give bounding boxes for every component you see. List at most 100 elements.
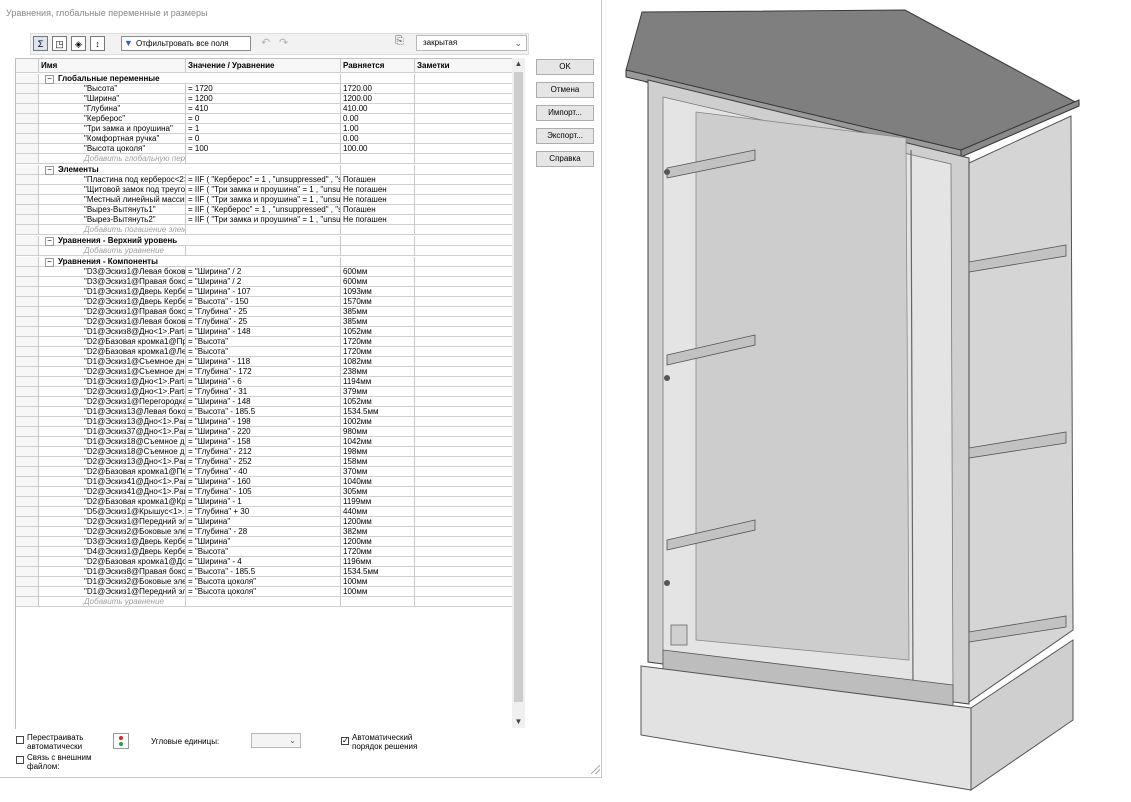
table-cell[interactable]: "D1@Эскиз41@Дно<1>.Part@Дно" xyxy=(39,477,186,487)
table-cell[interactable] xyxy=(415,537,513,547)
table-cell[interactable] xyxy=(415,587,513,597)
table-cell[interactable]: 1534.5мм xyxy=(341,407,415,417)
table-cell[interactable]: "D2@Эскиз1@Левая боковина" xyxy=(39,317,186,327)
table-cell[interactable] xyxy=(186,74,341,84)
table-cell[interactable]: Не погашен xyxy=(341,185,415,195)
table-cell[interactable] xyxy=(186,246,341,256)
table-cell[interactable]: = "Ширина" xyxy=(186,537,341,547)
table-cell[interactable]: 1.00 xyxy=(341,124,415,134)
table-cell[interactable]: = IIF ( "Три замка и проушина" = 1 , "un… xyxy=(186,195,341,205)
table-cell[interactable] xyxy=(415,467,513,477)
table-cell[interactable]: = "Ширина" - 148 xyxy=(186,397,341,407)
table-cell[interactable] xyxy=(415,377,513,387)
table-cell[interactable]: "D5@Эскиз1@Крышус<1>.Part@Крыша" xyxy=(39,507,186,517)
table-cell[interactable]: Погашен xyxy=(341,205,415,215)
table-cell[interactable]: Не погашен xyxy=(341,215,415,225)
table-cell[interactable]: "D4@Эскиз1@Дверь Керберос" xyxy=(39,547,186,557)
table-cell[interactable] xyxy=(415,134,513,144)
table-cell[interactable] xyxy=(415,357,513,367)
table-cell[interactable] xyxy=(186,597,341,607)
table-cell[interactable]: "D2@Эскиз13@Дно<1>.Part@Дно" xyxy=(39,457,186,467)
table-cell[interactable]: = 1720 xyxy=(186,84,341,94)
angle-units-select[interactable]: ⌄ xyxy=(251,733,301,748)
table-cell[interactable] xyxy=(415,597,513,607)
table-cell[interactable]: "Ширина" xyxy=(39,94,186,104)
table-cell[interactable]: = "Ширина" - 6 xyxy=(186,377,341,387)
table-cell[interactable]: 385мм xyxy=(341,317,415,327)
table-cell[interactable]: = "Ширина" - 1 xyxy=(186,497,341,507)
table-cell[interactable]: = "Глубина" - 31 xyxy=(186,387,341,397)
table-cell[interactable]: Не погашен xyxy=(341,195,415,205)
table-cell[interactable]: "Глубина" xyxy=(39,104,186,114)
table-cell[interactable] xyxy=(341,74,415,84)
table-cell[interactable] xyxy=(415,497,513,507)
table-cell[interactable] xyxy=(415,205,513,215)
table-scrollbar[interactable]: ▲ ▼ xyxy=(512,58,525,728)
table-cell[interactable]: 1040мм xyxy=(341,477,415,487)
table-cell[interactable] xyxy=(415,246,513,256)
table-cell[interactable]: 370мм xyxy=(341,467,415,477)
table-cell[interactable]: = "Высота" xyxy=(186,547,341,557)
table-cell[interactable] xyxy=(415,347,513,357)
table-cell[interactable]: − Элементы xyxy=(39,165,186,175)
table-cell[interactable]: 0.00 xyxy=(341,114,415,124)
table-cell[interactable] xyxy=(415,417,513,427)
table-cell[interactable]: "D1@Эскиз8@Дно<1>.Part@Дно" xyxy=(39,327,186,337)
table-cell[interactable] xyxy=(186,165,341,175)
table-cell[interactable]: = 100 xyxy=(186,144,341,154)
table-cell[interactable]: − Глобальные переменные xyxy=(39,74,186,84)
table-cell[interactable]: = 0 xyxy=(186,134,341,144)
table-cell[interactable] xyxy=(415,477,513,487)
rebuild-auto-checkbox[interactable] xyxy=(16,736,24,744)
table-cell[interactable] xyxy=(415,507,513,517)
table-cell[interactable]: − Уравнения - Верхний уровень xyxy=(39,236,186,246)
table-cell[interactable]: 1199мм xyxy=(341,497,415,507)
table-cell[interactable]: "Высота цоколя" xyxy=(39,144,186,154)
table-cell[interactable]: "Щитовой замок под треугольник" xyxy=(39,185,186,195)
export-button[interactable]: Экспорт... xyxy=(536,128,594,144)
table-cell[interactable]: 0.00 xyxy=(341,134,415,144)
table-cell[interactable] xyxy=(415,577,513,587)
table-cell[interactable]: "D2@Базовая кромка1@Левая" xyxy=(39,347,186,357)
table-cell[interactable]: 1570мм xyxy=(341,297,415,307)
table-cell[interactable] xyxy=(415,104,513,114)
table-cell[interactable] xyxy=(415,154,513,164)
table-cell[interactable] xyxy=(415,517,513,527)
table-cell[interactable]: = "Глубина" + 30 xyxy=(186,507,341,517)
table-cell[interactable]: 385мм xyxy=(341,307,415,317)
table-cell[interactable]: = "Ширина" xyxy=(186,517,341,527)
table-cell[interactable]: 600мм xyxy=(341,267,415,277)
table-cell[interactable]: 410.00 xyxy=(341,104,415,114)
table-cell[interactable]: = 1200 xyxy=(186,94,341,104)
table-cell[interactable] xyxy=(415,307,513,317)
table-cell[interactable]: Добавить уравнение xyxy=(39,597,186,607)
table-cell[interactable] xyxy=(415,317,513,327)
table-cell[interactable]: = "Глубина" - 212 xyxy=(186,447,341,457)
table-cell[interactable]: "Вырез-Вытянуть1" xyxy=(39,205,186,215)
table-cell[interactable] xyxy=(415,557,513,567)
table-cell[interactable]: = "Ширина" - 118 xyxy=(186,357,341,367)
table-cell[interactable] xyxy=(415,567,513,577)
table-cell[interactable]: "D1@Эскиз37@Дно<1>.Part@Дно" xyxy=(39,427,186,437)
table-cell[interactable]: 1194мм xyxy=(341,377,415,387)
help-button[interactable]: Справка xyxy=(536,151,594,167)
table-cell[interactable]: "D2@Эскиз18@Съемное дно<1>" xyxy=(39,447,186,457)
collapse-icon[interactable]: − xyxy=(45,258,54,267)
table-cell[interactable]: = "Глубина" - 172 xyxy=(186,367,341,377)
table-cell[interactable] xyxy=(415,175,513,185)
table-cell[interactable]: "D2@Эскиз41@Дно<1>.Part@Дно" xyxy=(39,487,186,497)
table-cell[interactable]: = "Глубина" - 28 xyxy=(186,527,341,537)
table-cell[interactable]: 198мм xyxy=(341,447,415,457)
table-cell[interactable]: 1720.00 xyxy=(341,84,415,94)
table-cell[interactable]: 1052мм xyxy=(341,397,415,407)
table-cell[interactable] xyxy=(415,527,513,537)
table-cell[interactable]: "D2@Эскиз1@Правая боковина" xyxy=(39,307,186,317)
table-cell[interactable]: = IIF ( "Керберос" = 1 , "unsuppressed" … xyxy=(186,205,341,215)
scroll-up-icon[interactable]: ▲ xyxy=(512,58,525,70)
table-cell[interactable]: "D2@Эскиз1@Передний элемент" xyxy=(39,517,186,527)
table-cell[interactable]: = "Глубина" - 252 xyxy=(186,457,341,467)
table-cell[interactable]: Погашен xyxy=(341,175,415,185)
table-cell[interactable]: "D2@Эскиз1@Дно<1>.Part@Дно" xyxy=(39,387,186,397)
table-cell[interactable] xyxy=(186,236,341,246)
table-cell[interactable]: 1534.5мм xyxy=(341,567,415,577)
